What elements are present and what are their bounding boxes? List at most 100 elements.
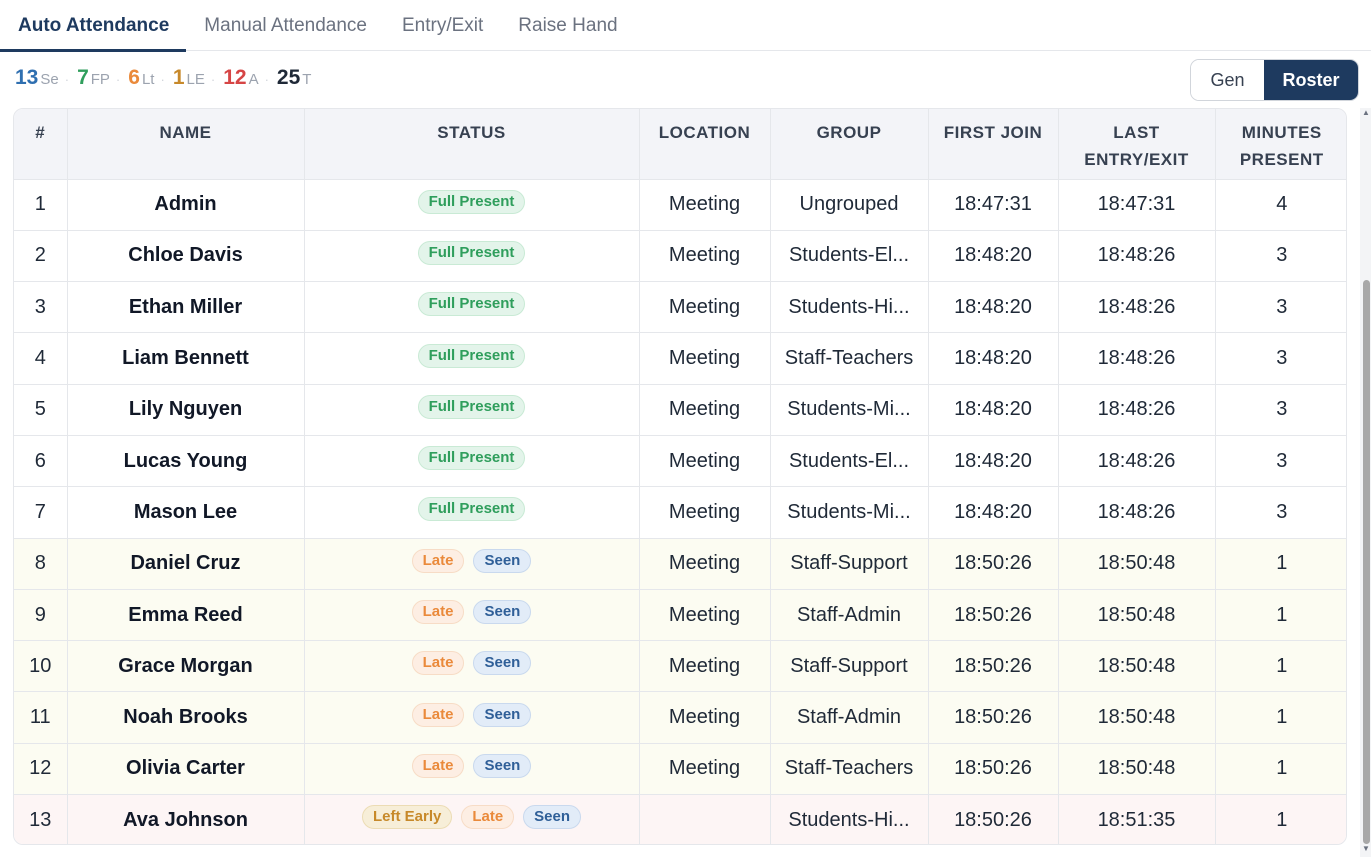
table-row[interactable]: 5 Lily Nguyen Full Present Meeting Students-… <box>14 384 1346 436</box>
status-cell: Late Seen <box>304 538 640 590</box>
status-badges: Full Present <box>313 292 631 317</box>
minutes-present-cell: 1 <box>1215 743 1346 796</box>
table-row[interactable]: 11 Noah Brooks Late Seen Meeting Staff-Admin 1… <box>14 691 1346 744</box>
column-header-name[interactable]: NAME <box>67 109 305 180</box>
table-row[interactable]: 13 Ava Johnson Left Early Late Seen Students-… <box>14 794 1346 844</box>
location-cell: Meeting <box>639 486 771 539</box>
name-cell: Chloe Davis <box>67 230 305 283</box>
column-header-number[interactable]: # <box>14 109 68 180</box>
location-cell: Meeting <box>639 281 771 334</box>
scroll-up-arrow-icon[interactable]: ▲ <box>1361 108 1371 118</box>
status-cell: Left Early Late Seen <box>304 794 640 844</box>
tab-auto-attendance[interactable]: Auto Attendance <box>0 0 187 52</box>
minutes-present-cell: 3 <box>1215 384 1346 436</box>
gen-view-button[interactable]: Gen <box>1191 60 1264 100</box>
name-cell: Emma Reed <box>67 589 305 642</box>
location-cell: Meeting <box>639 230 771 283</box>
separator-dot: · <box>160 72 165 87</box>
column-header-last-entry-exit[interactable]: LAST ENTRY/EXIT <box>1058 109 1216 180</box>
separator-dot: · <box>115 72 121 87</box>
full-present-badge: Full Present <box>417 343 526 368</box>
group-cell: Students-Hi... <box>770 794 929 844</box>
group-cell: Staff-Admin <box>770 589 929 642</box>
late-badge: Late <box>411 753 465 778</box>
column-header-first-join[interactable]: FIRST JOIN <box>928 109 1059 180</box>
column-header-group[interactable]: GROUP <box>770 109 929 180</box>
first-join-cell: 18:48:20 <box>928 435 1059 488</box>
last-entry-exit-cell: 18:50:48 <box>1058 640 1216 693</box>
name-cell: Ethan Miller <box>67 281 305 334</box>
minutes-present-cell: 1 <box>1215 589 1346 642</box>
location-cell: Meeting <box>639 332 771 385</box>
table-row[interactable]: 2 Chloe Davis Full Present Meeting Students-… <box>14 230 1346 283</box>
stat-total-label: T <box>302 71 312 88</box>
stat-full-present: 7 FP · <box>77 66 120 90</box>
table-row[interactable]: 9 Emma Reed Late Seen Meeting Staff-Admin 18:5… <box>14 589 1346 642</box>
full-present-badge: Full Present <box>417 189 526 214</box>
location-cell: Meeting <box>639 589 771 642</box>
stat-absent-count: 12 <box>223 66 247 89</box>
first-join-cell: 18:50:26 <box>928 743 1059 796</box>
full-present-badge: Full Present <box>417 497 526 522</box>
row-number-cell: 5 <box>14 384 68 436</box>
status-cell: Full Present <box>304 179 640 231</box>
status-badges: Full Present <box>313 240 631 265</box>
table-row[interactable]: 8 Daniel Cruz Late Seen Meeting Staff-Support… <box>14 538 1346 590</box>
header-line: LAST <box>1113 123 1160 142</box>
header-line: MINUTES <box>1241 123 1322 142</box>
stat-late-label: Lt <box>141 71 155 88</box>
status-cell: Full Present <box>304 486 640 539</box>
location-cell: Meeting <box>639 384 771 436</box>
row-number-cell: 4 <box>14 332 68 385</box>
tab-manual-attendance[interactable]: Manual Attendance <box>186 0 384 51</box>
name-cell: Grace Morgan <box>67 640 305 693</box>
row-number-cell: 10 <box>14 640 68 693</box>
seen-badge: Seen <box>473 651 532 676</box>
stat-full-present-count: 7 <box>77 66 89 89</box>
minutes-present-cell: 3 <box>1215 230 1346 283</box>
first-join-cell: 18:47:31 <box>928 179 1059 231</box>
first-join-cell: 18:48:20 <box>928 332 1059 385</box>
status-badges: Late Seen <box>313 702 631 727</box>
last-entry-exit-cell: 18:48:26 <box>1058 486 1216 539</box>
status-cell: Full Present <box>304 332 640 385</box>
stat-absent: 12 A · <box>223 66 269 90</box>
table-row[interactable]: 10 Grace Morgan Late Seen Meeting Staff-Suppo… <box>14 640 1346 693</box>
scrollbar-thumb[interactable] <box>1363 280 1370 844</box>
tab-entry-exit[interactable]: Entry/Exit <box>384 0 500 51</box>
tab-raise-hand[interactable]: Raise Hand <box>500 0 634 51</box>
location-cell <box>639 794 771 844</box>
stat-seen: 13 Se · <box>15 66 69 90</box>
column-header-minutes-present[interactable]: MINUTES PRESENT <box>1215 109 1346 180</box>
minutes-present-cell: 3 <box>1215 281 1346 334</box>
seen-badge: Seen <box>473 702 532 727</box>
row-number-cell: 12 <box>14 743 68 796</box>
first-join-cell: 18:50:26 <box>928 538 1059 590</box>
status-badges: Left Early Late Seen <box>313 805 631 830</box>
table-row[interactable]: 4 Liam Bennett Full Present Meeting Staff-Te… <box>14 332 1346 385</box>
stat-late-count: 6 <box>128 66 140 89</box>
location-cell: Meeting <box>639 691 771 744</box>
minutes-present-cell: 1 <box>1215 640 1346 693</box>
location-cell: Meeting <box>639 538 771 590</box>
stat-seen-label: Se <box>40 71 59 88</box>
group-cell: Students-Mi... <box>770 384 929 436</box>
column-header-location[interactable]: LOCATION <box>639 109 771 180</box>
table-row[interactable]: 12 Olivia Carter Late Seen Meeting Staff-Teac… <box>14 743 1346 796</box>
column-header-status[interactable]: STATUS <box>304 109 640 180</box>
first-join-cell: 18:48:20 <box>928 384 1059 436</box>
table-row[interactable]: 1 Admin Full Present Meeting Ungrouped 18:47:… <box>14 179 1346 231</box>
status-cell: Late Seen <box>304 589 640 642</box>
minutes-present-cell: 3 <box>1215 435 1346 488</box>
status-badges: Full Present <box>313 497 631 522</box>
name-cell: Lucas Young <box>67 435 305 488</box>
group-cell: Students-Mi... <box>770 486 929 539</box>
table-row[interactable]: 6 Lucas Young Full Present Meeting Students-… <box>14 435 1346 488</box>
name-cell: Liam Bennett <box>67 332 305 385</box>
group-cell: Staff-Admin <box>770 691 929 744</box>
table-row[interactable]: 7 Mason Lee Full Present Meeting Students-Mi… <box>14 486 1346 539</box>
roster-view-button[interactable]: Roster <box>1264 60 1358 100</box>
minutes-present-cell: 1 <box>1215 691 1346 744</box>
scroll-down-arrow-icon[interactable]: ▼ <box>1361 844 1371 854</box>
table-row[interactable]: 3 Ethan Miller Full Present Meeting Students… <box>14 281 1346 334</box>
